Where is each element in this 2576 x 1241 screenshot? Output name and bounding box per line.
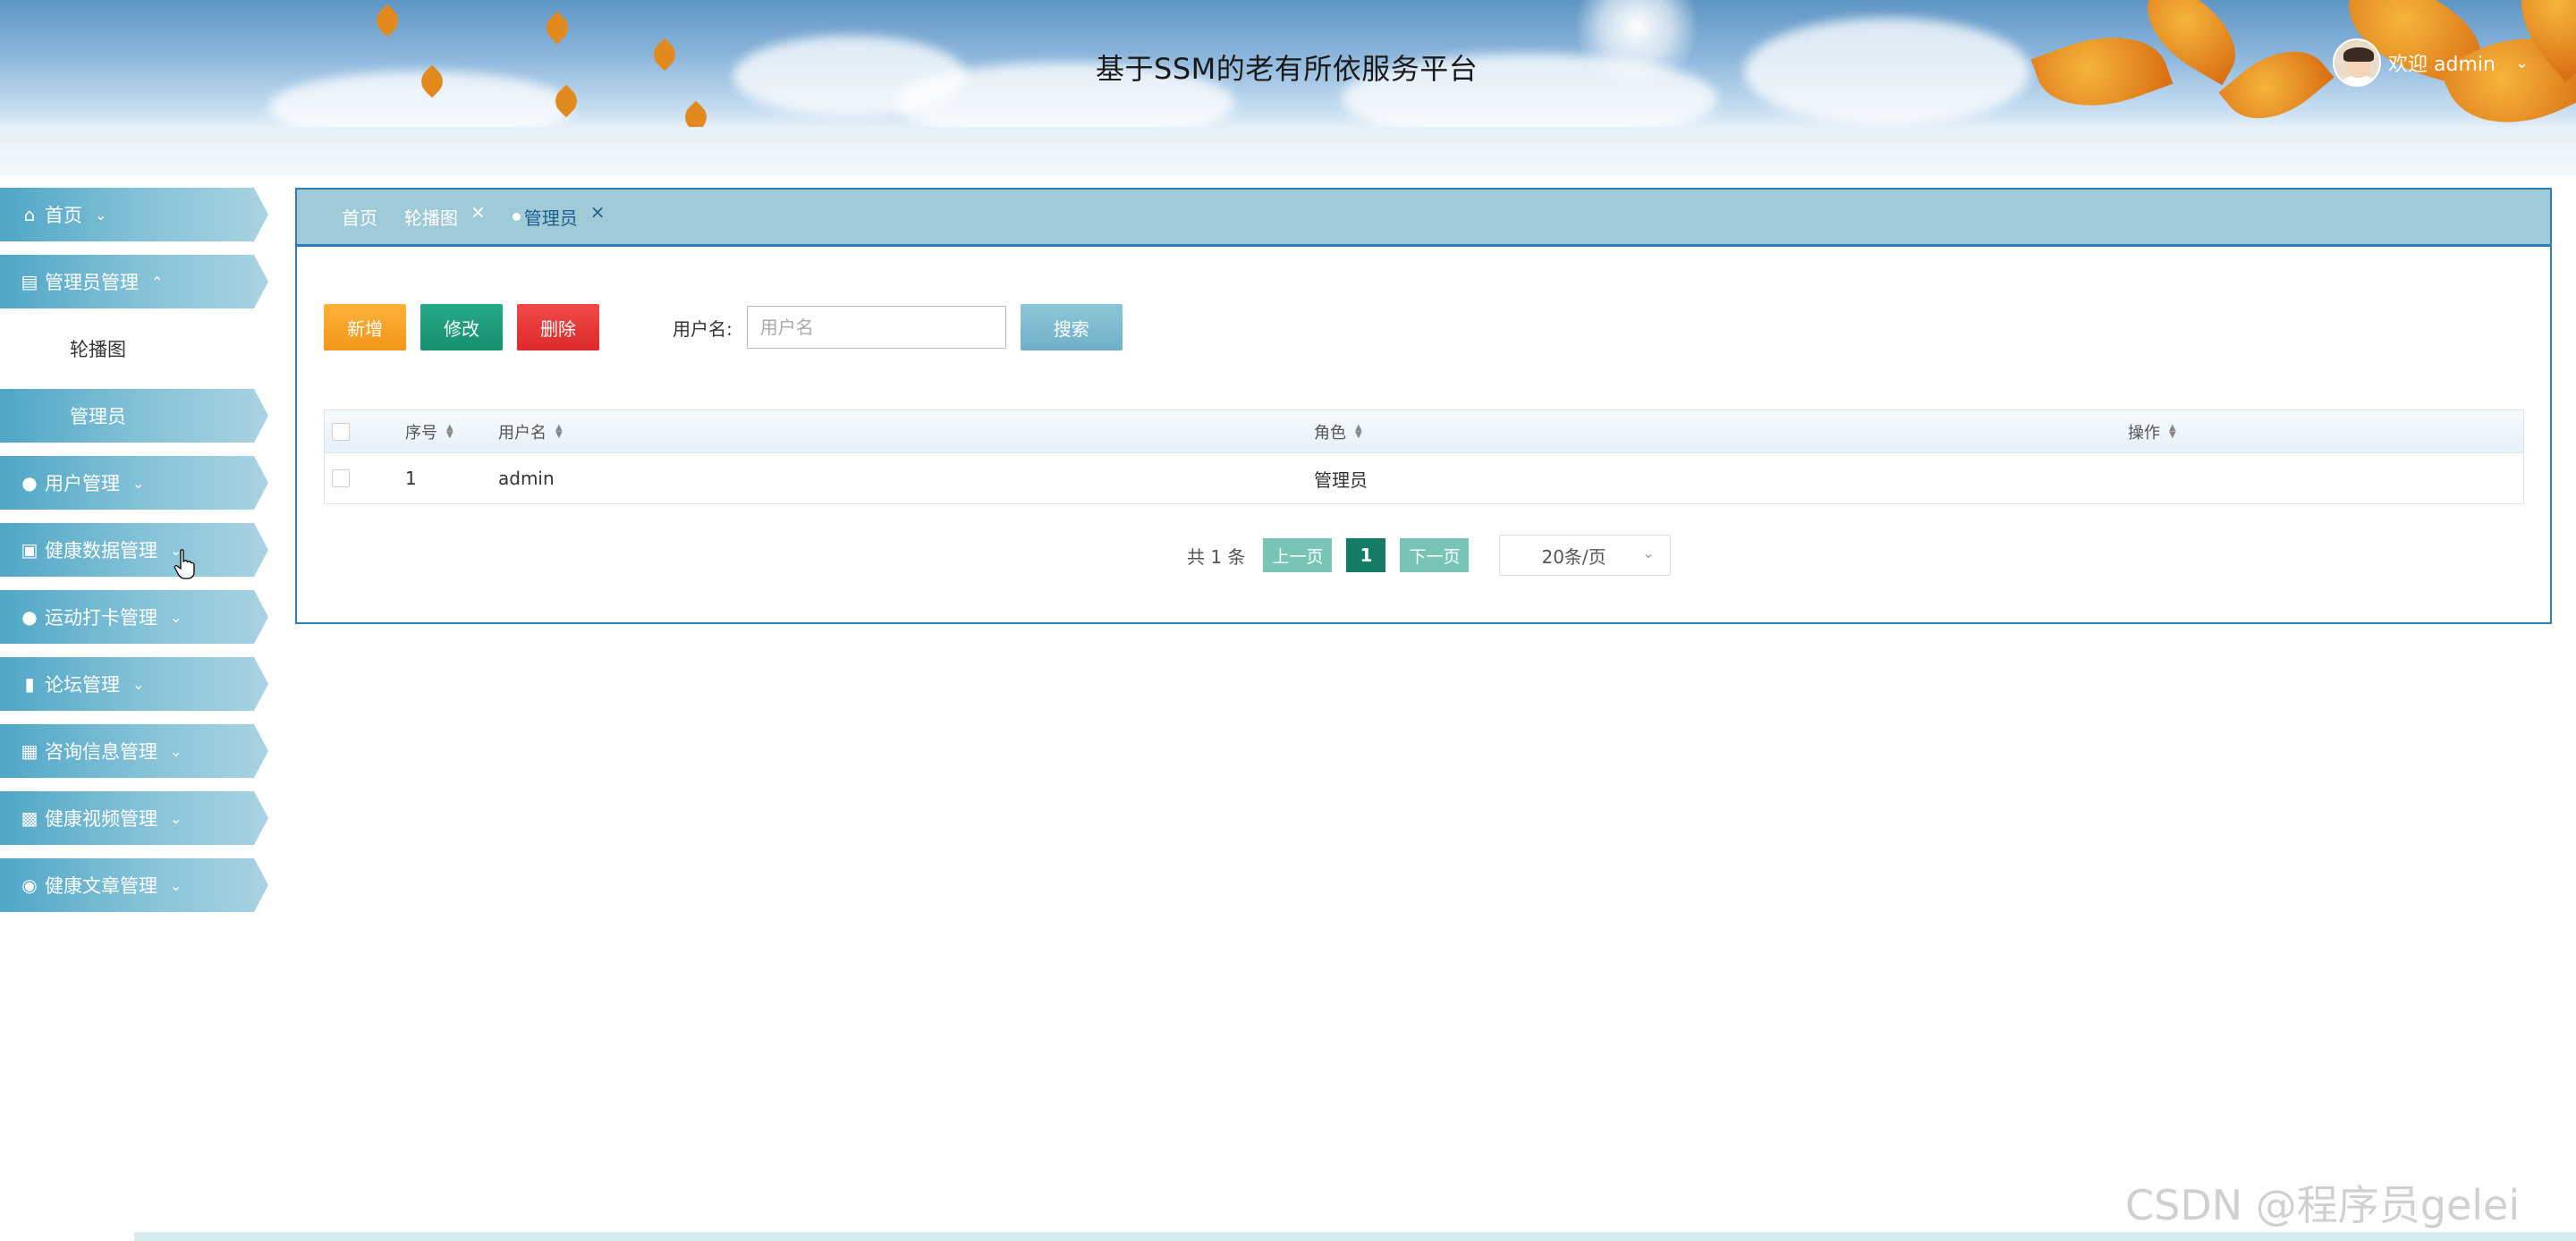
tab-label: 管理员	[523, 207, 578, 229]
leaf-decoration	[540, 11, 574, 45]
chevron-up-icon: ⌃	[151, 273, 164, 291]
cell-no: 1	[405, 468, 417, 489]
sidebar-subitem-label: 管理员	[70, 406, 126, 427]
cell-username: admin	[498, 468, 555, 489]
sidebar-item-label: 管理员管理	[45, 272, 139, 293]
pagination: 共 1 条 上一页 1 下一页 20条/页 ⌄	[1187, 535, 1672, 576]
username-search-label: 用户名:	[673, 317, 733, 340]
chevron-down-icon: ⌄	[95, 206, 107, 224]
sidebar-item-label: 健康数据管理	[45, 540, 157, 561]
next-page-button[interactable]: 下一页	[1400, 538, 1470, 572]
select-all-checkbox[interactable]	[332, 422, 350, 441]
chevron-down-icon: ⌄	[132, 474, 145, 492]
header-subbar	[0, 127, 2576, 175]
delete-button[interactable]: 删除	[517, 304, 599, 350]
sidebar-item-label: 健康视频管理	[45, 808, 157, 830]
column-header-no[interactable]: 序号 ▲ ▼	[405, 420, 498, 443]
sidebar-item-exercise-checkin-management[interactable]: ● 运动打卡管理 ⌄	[0, 590, 268, 644]
video-icon: ▩	[21, 807, 38, 829]
close-icon[interactable]: ×	[590, 201, 606, 223]
chevron-down-icon: ⌄	[132, 675, 145, 693]
user-menu[interactable]: 欢迎 admin ⌄	[2333, 38, 2529, 88]
laptop-icon: ▣	[21, 539, 38, 561]
chevron-down-icon: ⌄	[170, 742, 182, 760]
tab-label: 首页	[342, 207, 377, 229]
sidebar-item-label: 用户管理	[45, 473, 120, 494]
home-icon: ⌂	[23, 204, 36, 225]
tab-admin[interactable]: 管理员 ×	[512, 201, 606, 230]
drop-icon: ●	[21, 606, 38, 628]
leaf-decoration	[648, 38, 682, 72]
sidebar-item-label: 健康文章管理	[45, 875, 157, 897]
watermark: CSDN @程序员gelei	[2125, 1181, 2521, 1229]
bottom-bar	[134, 1232, 2576, 1241]
avatar[interactable]	[2333, 38, 2381, 87]
chevron-down-icon: ⌄	[2514, 53, 2529, 72]
sidebar-item-home[interactable]: ⌂ 首页 ⌄	[0, 188, 268, 241]
sidebar-item-user-management[interactable]: ● 用户管理 ⌄	[0, 456, 268, 510]
column-header-username[interactable]: 用户名 ▲ ▼	[498, 420, 1314, 443]
page-number-button[interactable]: 1	[1346, 538, 1386, 572]
tab-label: 轮播图	[404, 207, 458, 229]
sidebar-item-health-video-management[interactable]: ▩ 健康视频管理 ⌄	[0, 791, 268, 845]
page-title: 基于SSM的老有所依服务平台	[1096, 52, 1479, 86]
tab-bar: 首页 轮播图 × 管理员 ×	[297, 190, 2550, 247]
tab-home[interactable]: 首页	[342, 204, 377, 230]
column-header-role[interactable]: 角色 ▲ ▼	[1314, 420, 2128, 443]
sidebar-item-label: 首页	[45, 205, 82, 226]
edit-button[interactable]: 修改	[420, 304, 503, 350]
total-count: 共 1 条	[1187, 545, 1246, 568]
sort-icon[interactable]: ▲ ▼	[1355, 423, 1362, 439]
welcome-text: 欢迎 admin	[2388, 54, 2496, 76]
book-icon: ▮	[24, 673, 35, 695]
sidebar-item-label: 论坛管理	[45, 674, 120, 696]
toolbar: 新增 修改 删除 用户名: 搜索	[324, 304, 1123, 350]
cloud-decoration	[1744, 18, 2030, 125]
leaf-decoration	[679, 100, 713, 127]
user-icon: ●	[21, 472, 38, 494]
sidebar: ⌂ 首页 ⌄ ▤ 管理员管理 ⌃ 轮播图 管理员 ● 用户管理 ⌄ ▣ 健康数据…	[0, 188, 268, 925]
sort-icon[interactable]: ▲ ▼	[555, 423, 563, 439]
main-panel: 首页 轮播图 × 管理员 × 新增 修改 删除 用户名: 搜索 序号 ▲▼ 用户…	[295, 188, 2552, 624]
building-icon: ▦	[21, 740, 38, 762]
close-icon[interactable]: ×	[470, 201, 486, 223]
gift-icon: ▤	[21, 271, 38, 292]
tab-carousel[interactable]: 轮播图 ×	[404, 201, 486, 230]
page-size-select[interactable]: 20条/页 ⌄	[1499, 535, 1672, 576]
username-search-input[interactable]	[746, 306, 1006, 349]
active-dot-icon	[512, 213, 521, 221]
page-size-value: 20条/页	[1541, 545, 1606, 568]
chat-icon: ◉	[21, 874, 38, 896]
cell-role: 管理员	[1314, 469, 1368, 491]
sidebar-item-admin-management[interactable]: ▤ 管理员管理 ⌃	[0, 255, 268, 308]
search-button[interactable]: 搜索	[1020, 304, 1123, 350]
sidebar-item-label: 运动打卡管理	[45, 607, 157, 629]
row-checkbox[interactable]	[332, 469, 350, 487]
sort-icon[interactable]: ▲ ▼	[2169, 423, 2176, 439]
header-banner: 基于SSM的老有所依服务平台 欢迎 admin ⌄	[0, 0, 2576, 127]
leaf-decoration	[370, 4, 404, 38]
admin-table: 序号 ▲ ▼ 用户名 ▲ ▼ 角色 ▲ ▼ 操作 ▲ ▼ 1 admin 管理员	[324, 409, 2524, 504]
table-row[interactable]: 1 admin 管理员	[325, 453, 2523, 503]
add-button[interactable]: 新增	[324, 304, 406, 350]
sidebar-item-health-data-management[interactable]: ▣ 健康数据管理 ⌄	[0, 523, 268, 577]
chevron-down-icon: ⌄	[1642, 545, 1655, 561]
sidebar-subitem-admin[interactable]: 管理员	[0, 389, 268, 443]
sidebar-subitem-carousel[interactable]: 轮播图	[0, 322, 268, 376]
chevron-down-icon: ⌄	[170, 876, 182, 894]
sidebar-item-label: 咨询信息管理	[45, 741, 157, 763]
hand-cursor-icon	[174, 549, 195, 579]
sidebar-item-health-article-management[interactable]: ◉ 健康文章管理 ⌄	[0, 858, 268, 912]
sidebar-item-consultation-management[interactable]: ▦ 咨询信息管理 ⌄	[0, 724, 268, 778]
chevron-down-icon: ⌄	[170, 608, 182, 626]
table-header: 序号 ▲ ▼ 用户名 ▲ ▼ 角色 ▲ ▼ 操作 ▲ ▼	[325, 410, 2523, 453]
chevron-down-icon: ⌄	[170, 809, 182, 827]
sidebar-subitem-label: 轮播图	[70, 339, 126, 360]
column-header-operation[interactable]: 操作 ▲ ▼	[2128, 420, 2523, 443]
prev-page-button[interactable]: 上一页	[1263, 538, 1333, 572]
sort-icon[interactable]: ▲ ▼	[446, 423, 453, 439]
sidebar-item-forum-management[interactable]: ▮ 论坛管理 ⌄	[0, 657, 268, 711]
